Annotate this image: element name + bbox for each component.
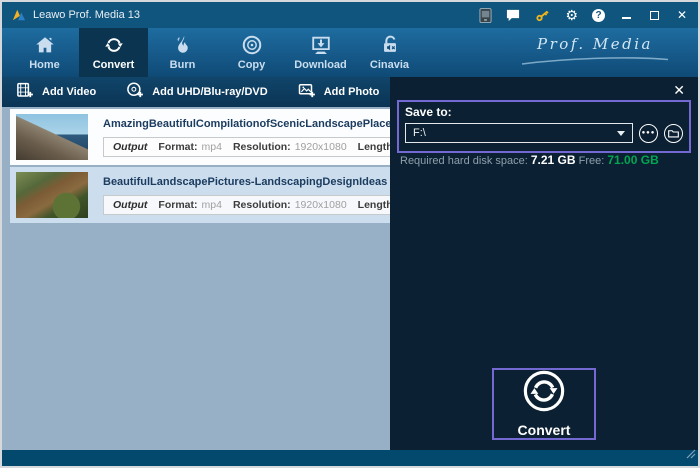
save-path-value: F:\ xyxy=(413,127,426,139)
tab-cinavia-label: Cinavia xyxy=(369,59,410,71)
tab-burn[interactable]: Burn xyxy=(148,28,217,77)
add-photo-icon xyxy=(298,81,316,104)
titlebar: Leawo Prof. Media 13 ⚙ ? ✕ xyxy=(2,2,698,28)
feedback-bubble-icon[interactable] xyxy=(506,9,520,22)
close-button[interactable]: ✕ xyxy=(675,8,689,22)
minimize-button[interactable] xyxy=(619,11,633,19)
convert-button-label: Convert xyxy=(517,422,571,438)
add-video-icon xyxy=(16,81,34,104)
browse-folder-button[interactable]: ●●● xyxy=(639,123,658,143)
maximize-button[interactable] xyxy=(647,10,661,20)
cinavia-unlock-icon xyxy=(379,34,401,56)
save-path-dropdown[interactable]: F:\ xyxy=(405,123,633,143)
output-label: Output xyxy=(113,198,148,211)
add-photo-label: Add Photo xyxy=(323,86,380,98)
output-label: Output xyxy=(113,140,148,153)
tab-home-label: Home xyxy=(29,59,60,71)
convert-cycle-icon xyxy=(103,34,125,56)
tab-convert-label: Convert xyxy=(92,59,135,71)
disk-space-info: Required hard disk space: 7.21 GB Free: … xyxy=(400,153,659,167)
required-space-value: 7.21 GB xyxy=(530,153,576,167)
register-key-icon[interactable] xyxy=(534,7,551,24)
convert-cycle-icon xyxy=(523,370,565,417)
add-photo-button[interactable]: Add Photo xyxy=(298,81,380,104)
folder-icon xyxy=(668,129,679,137)
format-value: mp4 xyxy=(201,198,222,211)
save-to-box: Save to: F:\ ●●● xyxy=(397,100,691,153)
brand-text: Prof. Media xyxy=(537,35,653,53)
status-bar xyxy=(2,449,698,466)
convert-settings-panel: ✕ Save to: F:\ ●●● Required hard disk sp… xyxy=(390,77,698,450)
device-register-icon[interactable] xyxy=(479,7,492,23)
video-thumbnail-2 xyxy=(16,172,88,218)
add-uhd-bluray-dvd-label: Add UHD/Blu-ray/DVD xyxy=(152,86,268,98)
main-nav: Home Convert Burn Copy Download Cinavia … xyxy=(2,28,698,77)
open-folder-button[interactable] xyxy=(664,123,683,143)
free-space-value: 71.00 GB xyxy=(607,153,659,167)
tab-copy[interactable]: Copy xyxy=(217,28,286,77)
tab-convert[interactable]: Convert xyxy=(79,28,148,77)
panel-close-icon[interactable]: ✕ xyxy=(673,82,685,99)
brand-script: Prof. Media xyxy=(520,35,670,71)
resolution-value: 1920x1080 xyxy=(294,140,347,153)
add-disc-icon xyxy=(126,81,144,104)
app-logo-icon xyxy=(12,8,26,22)
download-icon xyxy=(310,34,332,56)
tab-cinavia[interactable]: Cinavia xyxy=(355,28,424,77)
add-uhd-bluray-dvd-button[interactable]: Add UHD/Blu-ray/DVD xyxy=(126,81,268,104)
convert-button[interactable]: Convert xyxy=(492,368,596,440)
resize-grip[interactable] xyxy=(686,446,696,464)
window-title: Leawo Prof. Media 13 xyxy=(33,9,141,21)
resolution-value: 1920x1080 xyxy=(294,198,347,211)
copy-disc-icon xyxy=(241,34,263,56)
required-space-label: Required hard disk space: xyxy=(400,155,528,167)
app-window: Leawo Prof. Media 13 ⚙ ? ✕ Home Convert … xyxy=(0,0,700,468)
brand-swoosh xyxy=(521,57,669,65)
format-value: mp4 xyxy=(201,140,222,153)
save-to-label: Save to: xyxy=(405,105,452,119)
video-thumbnail-1 xyxy=(16,114,88,160)
tab-copy-label: Copy xyxy=(237,59,266,71)
tab-home[interactable]: Home xyxy=(10,28,79,77)
add-video-label: Add Video xyxy=(42,86,97,98)
free-space-label: Free: xyxy=(578,155,605,167)
add-video-button[interactable]: Add Video xyxy=(16,81,96,104)
home-icon xyxy=(34,34,56,56)
help-icon[interactable]: ? xyxy=(592,8,605,22)
tab-download[interactable]: Download xyxy=(286,28,355,77)
settings-gear-icon[interactable]: ⚙ xyxy=(565,8,578,22)
burn-flame-icon xyxy=(172,34,194,56)
tab-burn-label: Burn xyxy=(169,59,196,71)
chevron-down-icon xyxy=(617,130,625,136)
tab-download-label: Download xyxy=(294,59,347,71)
